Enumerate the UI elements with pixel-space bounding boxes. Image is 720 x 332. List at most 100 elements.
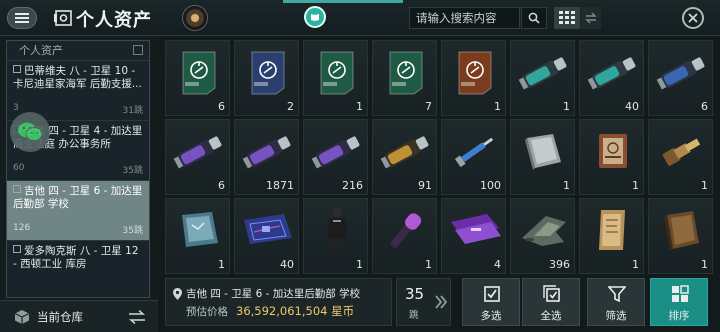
list-view-button[interactable] [581, 7, 601, 29]
item-slot[interactable]: 2 [234, 40, 299, 116]
item-count: 126 [13, 223, 31, 233]
item-slot[interactable]: 1 [648, 198, 713, 274]
orange-blueprint-icon [458, 51, 491, 95]
location-item-selected[interactable]: 吉他 四 - 卫星 6 - 加达里后勤部 学校 126 35跳 [7, 181, 149, 241]
page-title: 个人资产 [76, 10, 152, 31]
item-slot[interactable]: 1 [579, 119, 644, 195]
item-slot[interactable]: 1 [303, 40, 368, 116]
item-quantity: 396 [549, 258, 570, 271]
wechat-icon [18, 122, 43, 141]
item-slot[interactable]: 1 [510, 40, 575, 116]
guide-button[interactable] [304, 6, 326, 28]
tablet-icon [166, 199, 231, 261]
item-slot[interactable]: 1871 [234, 119, 299, 195]
item-slot[interactable]: 1 [648, 119, 713, 195]
ship-icon [511, 199, 576, 261]
item-quantity: 91 [418, 179, 432, 192]
location-name: 爱多陶克斯 八 - 卫星 12 - 西顿工业 库房 [13, 245, 143, 271]
item-slot[interactable]: 1 [372, 198, 437, 274]
item-slot[interactable]: 1 [303, 198, 368, 274]
item-count: 3 [13, 103, 19, 113]
item-slot[interactable]: 6 [648, 40, 713, 116]
search-input[interactable]: 请输入搜索内容 [409, 7, 520, 29]
scroll-icon [598, 210, 625, 250]
pilot-figure-icon [326, 207, 347, 254]
purple-ticket-icon [450, 214, 501, 244]
book-open-icon [311, 14, 319, 21]
blue-blueprint-icon [235, 41, 300, 103]
item-slot[interactable]: 7 [372, 40, 437, 116]
item-slot[interactable]: 91 [372, 119, 437, 195]
item-quantity: 6 [218, 100, 225, 113]
top-bar: 个人资产 请输入搜索内容 [0, 0, 720, 36]
item-quantity: 1 [701, 179, 708, 192]
green-blueprint-icon [304, 41, 369, 103]
item-quantity: 1 [425, 258, 432, 271]
item-quantity: 1 [563, 179, 570, 192]
item-quantity: 1 [356, 100, 363, 113]
microphone-icon [389, 213, 421, 248]
item-slot[interactable]: 1 [579, 198, 644, 274]
select-all-button[interactable]: 全选 [522, 278, 580, 326]
book-icon [598, 134, 627, 168]
scroll-icon [580, 199, 645, 261]
assets-icon [54, 10, 72, 26]
jump-count: 31跳 [122, 106, 143, 116]
teal-canister-icon [511, 41, 576, 103]
orb-icon[interactable] [182, 5, 208, 31]
sidebar: 个人资产 巴蒂维夫 八 - 卫星 10 - 卡尼迪星家海军 后勤支援... 3 … [0, 36, 158, 332]
item-count: 60 [13, 163, 25, 173]
item-quantity: 100 [480, 179, 501, 192]
item-slot[interactable]: 216 [303, 119, 368, 195]
sort-grid-icon [672, 285, 689, 302]
current-warehouse-bar[interactable]: 当前仓库 [0, 300, 158, 332]
item-slot[interactable]: 6 [165, 40, 230, 116]
item-quantity: 216 [342, 179, 363, 192]
item-slot[interactable]: 40 [234, 198, 299, 274]
grid-view-button[interactable] [554, 7, 580, 29]
wechat-float-button[interactable] [10, 112, 50, 152]
book-icon [580, 120, 645, 182]
item-slot[interactable]: 40 [579, 40, 644, 116]
item-slot[interactable]: 100 [441, 119, 506, 195]
item-quantity: 1 [494, 100, 501, 113]
item-slot[interactable]: 6 [165, 119, 230, 195]
jump-unit: 跳 [409, 310, 419, 321]
sort-button[interactable]: 排序 [650, 278, 708, 326]
item-quantity: 7 [425, 100, 432, 113]
menu-button[interactable] [7, 7, 37, 29]
swap-arrows-icon [585, 12, 597, 24]
item-slot[interactable]: 1 [510, 119, 575, 195]
purple-canister-icon [304, 120, 369, 182]
switch-arrows-icon[interactable] [128, 310, 146, 324]
item-slot[interactable]: 1 [165, 198, 230, 274]
item-quantity: 40 [280, 258, 294, 271]
price-value: 36,592,061,504 星币 [236, 304, 355, 318]
multi-select-button[interactable]: 多选 [462, 278, 520, 326]
item-quantity: 1 [563, 100, 570, 113]
tablet-icon [181, 212, 218, 247]
location-text: 吉他 四 - 卫星 6 - 加达里后勤部 学校 [186, 288, 361, 300]
circuit-board-icon [235, 199, 300, 261]
filter-button[interactable]: 筛选 [587, 278, 645, 326]
location-info-panel: 吉他 四 - 卫星 6 - 加达里后勤部 学校 预估价格 36,592,061,… [165, 278, 392, 326]
location-name: 吉他 四 - 卫星 6 - 加达里后勤部 学校 [13, 185, 143, 210]
close-button[interactable] [682, 7, 704, 29]
teal-canister-icon [518, 57, 566, 90]
location-list[interactable]: 个人资产 巴蒂维夫 八 - 卫星 10 - 卡尼迪星家海军 后勤支援... 3 … [6, 40, 150, 298]
location-item[interactable]: 爱多陶克斯 八 - 卫星 12 - 西顿工业 库房 [7, 241, 149, 297]
item-quantity: 1 [701, 258, 708, 271]
purple-canister-icon [311, 136, 359, 169]
purple-canister-icon [166, 120, 231, 182]
item-quantity: 1871 [266, 179, 294, 192]
item-slot[interactable]: 4 [441, 198, 506, 274]
item-slot[interactable]: 1 [441, 40, 506, 116]
search-button[interactable] [521, 7, 547, 29]
green-blueprint-icon [320, 51, 353, 95]
item-slot[interactable]: 396 [510, 198, 575, 274]
center-tab-indicator [283, 0, 403, 3]
location-name: 巴蒂维夫 八 - 卫星 10 - 卡尼迪星家海军 后勤支援... [13, 65, 142, 90]
jump-button[interactable]: 35 跳 [396, 278, 451, 326]
purple-canister-icon [235, 120, 300, 182]
edit-icon[interactable] [133, 45, 143, 55]
